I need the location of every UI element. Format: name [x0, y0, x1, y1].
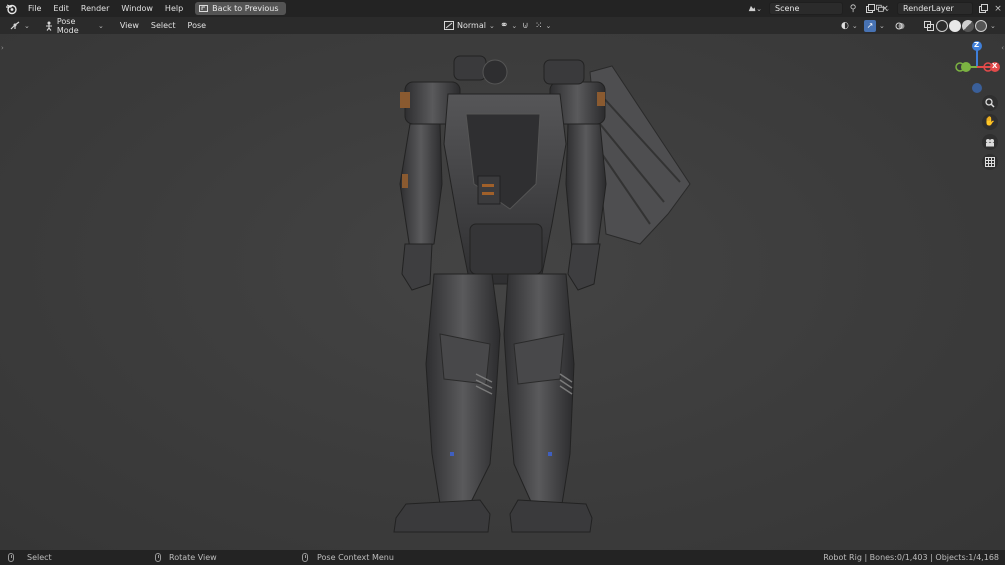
transform-orientation-dropdown[interactable]: Normal ⌄ [440, 19, 499, 32]
menu-window[interactable]: Window [115, 0, 159, 17]
snap-grid-icon: ⁙ [535, 20, 543, 31]
pose-mode-icon [45, 21, 52, 31]
eye-icon: ◐ [841, 20, 849, 31]
mouse-right-icon [302, 553, 308, 562]
render-layer-field[interactable]: RenderLayer [897, 2, 973, 15]
status-bar: Select Rotate View Pose Context Menu Rob… [0, 550, 1005, 565]
back-to-previous-button[interactable]: Back to Previous [195, 2, 286, 15]
material-shading-icon[interactable] [962, 19, 974, 32]
overlays-icon [894, 20, 906, 32]
3d-viewport[interactable]: › ‹ Z X ✋ [0, 34, 1005, 550]
mouse-middle-icon [155, 553, 161, 562]
status-select-label: Select [27, 553, 52, 562]
3d-viewport-icon [10, 21, 20, 30]
back-to-previous-label: Back to Previous [212, 4, 279, 13]
duplicate-layer-icon[interactable] [976, 2, 990, 15]
x-axis-label: X [992, 62, 998, 70]
scene-stats: Robot Rig | Bones:0/1,403 | Objects:1/4,… [823, 553, 999, 562]
menu-select[interactable]: Select [145, 17, 182, 34]
menu-pose[interactable]: Pose [182, 17, 213, 34]
pin-icon[interactable]: ⚲ [846, 2, 860, 15]
shading-dropdown-icon[interactable]: ⌄ [990, 22, 996, 30]
orientation-icon [444, 21, 454, 30]
solid-shading-icon[interactable] [949, 19, 961, 32]
orientation-label: Normal [457, 21, 486, 30]
neg-z-axis-handle [972, 83, 982, 93]
status-select: Select [8, 553, 52, 562]
status-rotate: Rotate View [155, 553, 217, 562]
viewport-header: ⌄ Pose Mode ⌄ View Select Pose Normal ⌄ … [0, 16, 1005, 35]
robot-torso [443, 93, 567, 285]
menu-file[interactable]: File [22, 0, 47, 17]
zoom-icon[interactable] [982, 95, 998, 111]
menu-help[interactable]: Help [159, 0, 189, 17]
scene-icon[interactable]: ⌄ [748, 2, 762, 15]
render-layer-icon[interactable]: ⌄ [876, 2, 890, 15]
gizmo-toggle[interactable]: ↗ ⌄ [860, 19, 889, 32]
mode-label: Pose Mode [56, 16, 79, 35]
shading-modes [936, 19, 987, 32]
gizmo-icon: ↗ [864, 19, 876, 32]
menu-render[interactable]: Render [75, 0, 115, 17]
close-layer-icon[interactable]: × [993, 2, 1003, 15]
snap-target-dropdown[interactable]: ⁙ ⌄ [531, 19, 555, 32]
robot-feet [393, 499, 593, 533]
top-bar: File Edit Render Window Help Back to Pre… [0, 0, 1005, 17]
duplicate-scene-icon[interactable] [863, 2, 877, 15]
pivot-point-icon: ⚭ [500, 20, 509, 31]
visibility-dropdown[interactable]: ◐ ⌄ [837, 19, 862, 32]
blender-logo-icon[interactable] [0, 3, 22, 15]
grid-icon[interactable] [982, 154, 998, 170]
scene-selector: ⌄ Scene ⚲ × [748, 1, 890, 16]
robot-legs [425, 273, 575, 505]
menu-view[interactable]: View [114, 17, 145, 34]
render-layer-name: RenderLayer [903, 4, 954, 13]
overlays-toggle[interactable] [890, 19, 910, 32]
wireframe-shading-icon[interactable] [936, 19, 948, 32]
menu-edit[interactable]: Edit [47, 0, 75, 17]
navigation-gizmo[interactable]: Z X [945, 34, 1005, 94]
camera-icon[interactable] [982, 134, 998, 150]
scene-name: Scene [775, 4, 800, 13]
chevron-down-icon: ⌄ [98, 21, 104, 30]
editor-type-dropdown[interactable]: ⌄ [6, 19, 34, 32]
status-context-label: Pose Context Menu [317, 553, 394, 562]
rendered-shading-icon[interactable] [975, 19, 987, 32]
render-layer-selector: ⌄ RenderLayer × [876, 1, 1003, 16]
magnet-icon: ⊍ [522, 20, 529, 31]
robot-model[interactable] [0, 34, 1005, 550]
scene-name-field[interactable]: Scene [769, 2, 843, 15]
mouse-left-icon [8, 553, 14, 562]
status-context: Pose Context Menu [302, 553, 394, 562]
xray-icon [924, 20, 934, 31]
status-rotate-label: Rotate View [169, 553, 217, 562]
mode-dropdown[interactable]: Pose Mode ⌄ [40, 16, 108, 35]
screen-back-icon [199, 4, 209, 12]
z-axis-label: Z [974, 41, 980, 49]
pan-hand-icon[interactable]: ✋ [982, 114, 998, 130]
